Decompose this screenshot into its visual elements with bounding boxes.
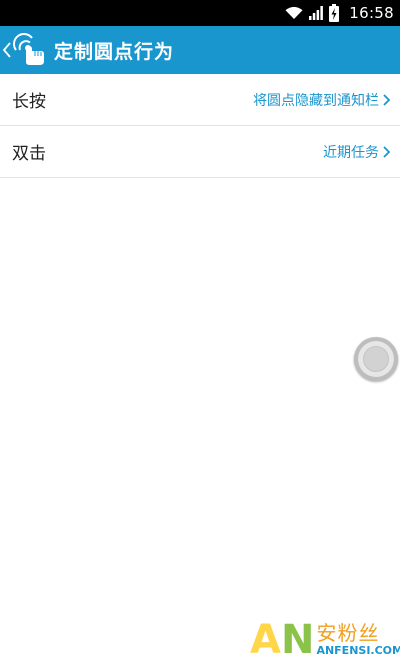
setting-row-double-tap[interactable]: 双击 近期任务 — [0, 126, 400, 178]
battery-charging-icon — [329, 4, 340, 22]
wifi-icon — [285, 6, 303, 19]
status-time: 16:58 — [349, 4, 394, 22]
watermark-logo: AN 安粉丝 ANFENSI.COM — [250, 616, 400, 664]
floating-ball-core — [363, 346, 389, 372]
floating-ball-icon[interactable] — [354, 337, 398, 381]
setting-label: 双击 — [12, 144, 46, 164]
watermark-text: 安粉丝 ANFENSI.COM — [316, 622, 400, 658]
setting-label: 长按 — [12, 92, 46, 112]
setting-value: 将圆点隐藏到通知栏 — [253, 92, 379, 109]
chevron-right-icon — [383, 93, 390, 106]
setting-value: 近期任务 — [323, 144, 379, 161]
signal-icon — [309, 6, 324, 20]
setting-value-group: 将圆点隐藏到通知栏 — [253, 90, 390, 110]
settings-list: 长按 将圆点隐藏到通知栏 双击 近期任务 — [0, 74, 400, 178]
watermark-chinese: 安粉丝 — [316, 621, 380, 645]
setting-row-long-press[interactable]: 长按 将圆点隐藏到通知栏 — [0, 74, 400, 126]
watermark-domain: ANFENSI.COM — [316, 644, 400, 657]
page-title: 定制圆点行为 — [54, 40, 175, 63]
back-chevron-icon — [2, 42, 11, 58]
floating-ball-ring — [358, 341, 394, 377]
chevron-right-icon — [383, 145, 390, 158]
action-bar: 定制圆点行为 — [0, 26, 400, 74]
app-logo-icon — [13, 33, 44, 65]
status-bar: 16:58 — [0, 0, 400, 26]
watermark-letters: AN — [250, 617, 315, 663]
setting-value-group: 近期任务 — [323, 142, 390, 162]
back-button[interactable] — [0, 26, 48, 74]
